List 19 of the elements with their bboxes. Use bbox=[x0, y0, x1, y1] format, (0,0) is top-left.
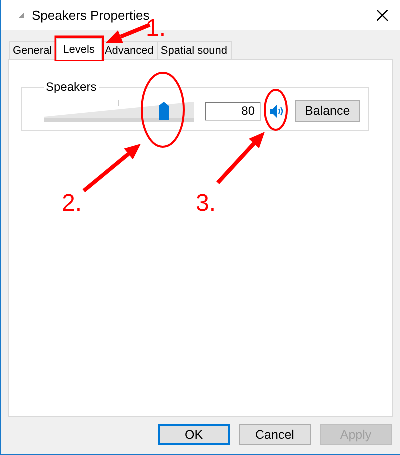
tab[interactable]: General bbox=[9, 41, 56, 60]
tab[interactable]: Levels bbox=[56, 38, 102, 60]
highlight-ellipse bbox=[264, 89, 288, 131]
arrow bbox=[82, 144, 141, 193]
slider-thumb[interactable] bbox=[159, 102, 169, 120]
close-icon[interactable] bbox=[377, 10, 388, 20]
balance-button[interactable]: Balance bbox=[295, 100, 360, 122]
window-icon bbox=[19, 12, 24, 18]
tab[interactable]: Spatial sound bbox=[156, 41, 232, 60]
arrow bbox=[216, 132, 265, 184]
speaker-icon bbox=[270, 104, 284, 118]
highlight-frame bbox=[54, 36, 104, 62]
callout-number: 2. bbox=[62, 190, 82, 217]
volume-value[interactable]: 80 bbox=[205, 102, 261, 120]
callout-number: 3. bbox=[196, 190, 216, 217]
volume-slider[interactable] bbox=[44, 100, 194, 122]
dialog-button[interactable]: OK bbox=[158, 424, 230, 445]
group-label: Speakers bbox=[45, 80, 98, 94]
dialog-button[interactable]: Cancel bbox=[239, 424, 311, 445]
